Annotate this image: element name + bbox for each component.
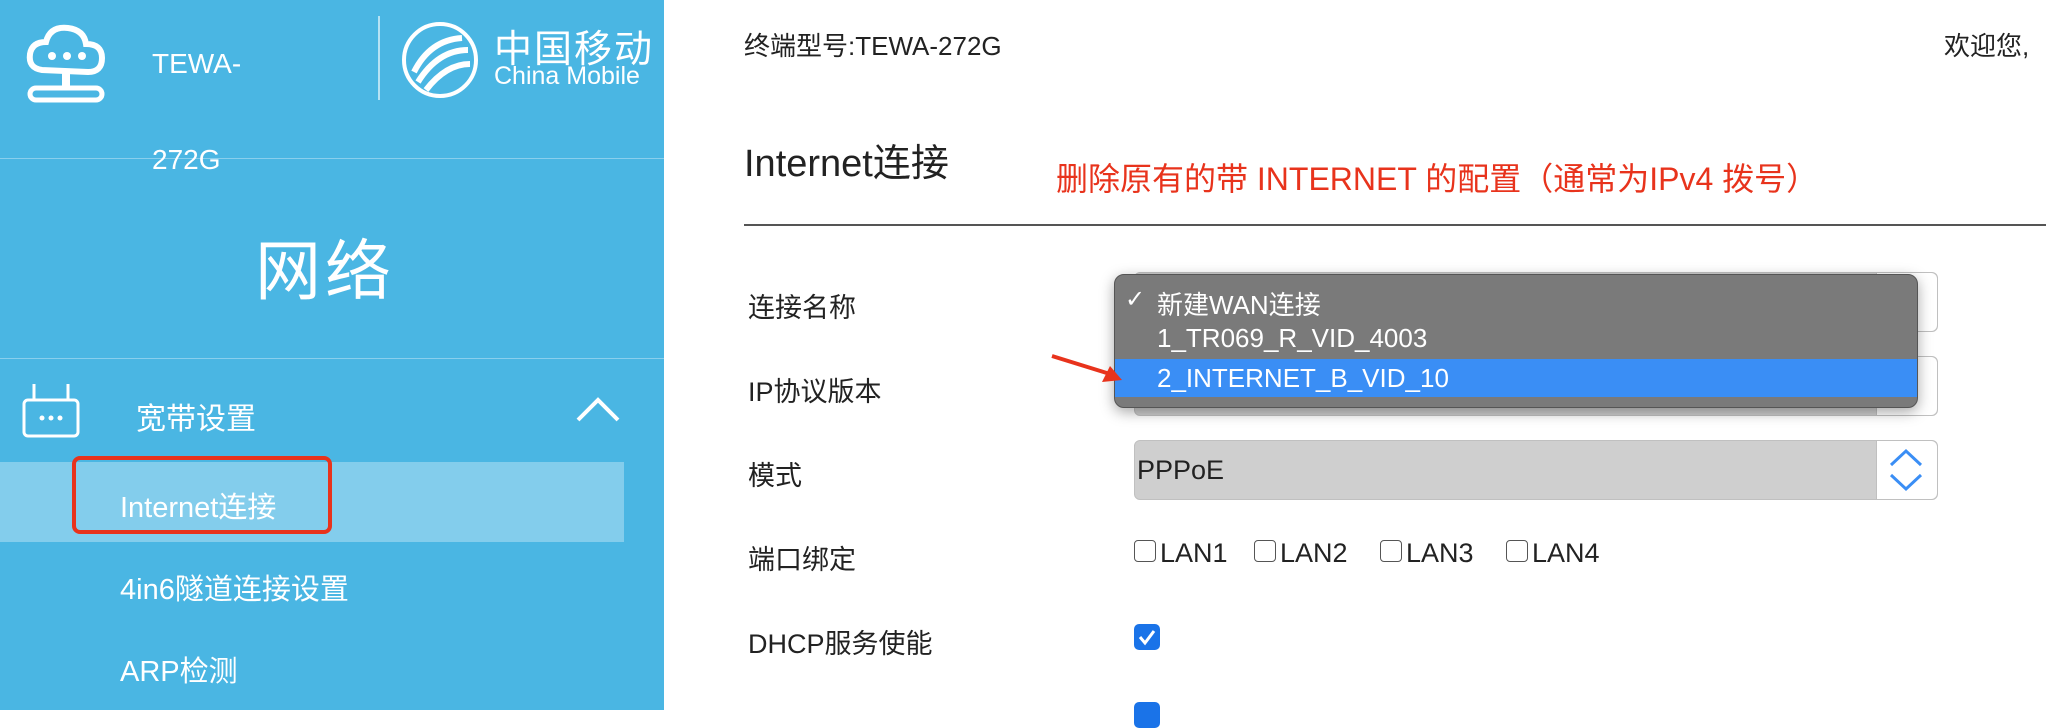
- up-down-arrows-icon: [1889, 448, 1923, 492]
- mode-value: PPPoE: [1137, 455, 1225, 485]
- device-model: 终端型号:TEWA-272G: [744, 31, 1002, 61]
- section-title: 网络: [255, 234, 395, 308]
- connection-name-dropdown[interactable]: ✓ 新建WAN连接 1_TR069_R_VID_4003 2_INTERNET_…: [1114, 274, 1918, 408]
- chevron-up-icon[interactable]: [574, 394, 622, 424]
- divider: [0, 158, 664, 159]
- mode-label: 模式: [748, 461, 802, 491]
- lan3-label: LAN3: [1406, 538, 1474, 568]
- welcome-text: 欢迎您,: [1944, 31, 2030, 61]
- sidebar-item-internet[interactable]: Internet连接: [0, 456, 624, 542]
- select-spinner: [1876, 441, 1937, 499]
- logo-divider: [378, 16, 380, 100]
- mode-select[interactable]: PPPoE: [1134, 440, 1938, 500]
- cloud-router-icon: [22, 18, 112, 108]
- checkmark-icon: ✓: [1125, 286, 1146, 313]
- sidebar: TEWA- 中国移动 China Mobile 272G 网络 宽带设置 Int…: [0, 0, 664, 710]
- router-icon: [20, 380, 82, 442]
- page-title: Internet连接: [744, 143, 949, 185]
- title-divider: [744, 224, 2046, 226]
- sidebar-item-4in6[interactable]: 4in6隧道连接设置: [120, 566, 349, 608]
- group-label: 宽带设置: [136, 403, 256, 436]
- dropdown-option-new-wan[interactable]: ✓ 新建WAN连接: [1115, 281, 1917, 320]
- option-label: 新建WAN连接: [1157, 290, 1321, 320]
- connection-name-label: 连接名称: [748, 293, 856, 323]
- china-mobile-logo-icon: [400, 20, 480, 100]
- checkmark-icon: [1138, 630, 1156, 646]
- dropdown-option-tr069[interactable]: 1_TR069_R_VID_4003: [1115, 319, 1917, 357]
- lan1-label: LAN1: [1160, 538, 1228, 568]
- option-label: 1_TR069_R_VID_4003: [1157, 323, 1428, 353]
- dhcp-label: DHCP服务使能: [748, 629, 933, 659]
- option-label: 2_INTERNET_B_VID_10: [1157, 363, 1449, 393]
- broadband-settings-group[interactable]: 宽带设置: [0, 372, 664, 452]
- dropdown-option-internet[interactable]: 2_INTERNET_B_VID_10: [1115, 359, 1917, 397]
- red-arrow-icon: [1050, 350, 1130, 390]
- lan3-checkbox[interactable]: [1380, 540, 1402, 562]
- lan4-checkbox[interactable]: [1506, 540, 1528, 562]
- divider: [0, 358, 664, 359]
- ip-version-label: IP协议版本: [748, 377, 882, 407]
- next-row-checkbox[interactable]: [1134, 702, 1160, 728]
- lan2-checkbox[interactable]: [1254, 540, 1276, 562]
- device-model-line2: 272G: [152, 144, 221, 175]
- brand-en: China Mobile: [494, 62, 640, 90]
- lan1-checkbox[interactable]: [1134, 540, 1156, 562]
- annotation-text: 删除原有的带 INTERNET 的配置（通常为IPv4 拨号）: [1056, 161, 1819, 197]
- dhcp-checkbox[interactable]: [1134, 624, 1160, 650]
- sidebar-item-arp[interactable]: ARP检测: [120, 648, 238, 690]
- highlight-box: [72, 456, 332, 534]
- port-binding-label: 端口绑定: [748, 545, 856, 575]
- lan2-label: LAN2: [1280, 538, 1348, 568]
- device-model-line1: TEWA-: [152, 48, 242, 79]
- lan4-label: LAN4: [1532, 538, 1600, 568]
